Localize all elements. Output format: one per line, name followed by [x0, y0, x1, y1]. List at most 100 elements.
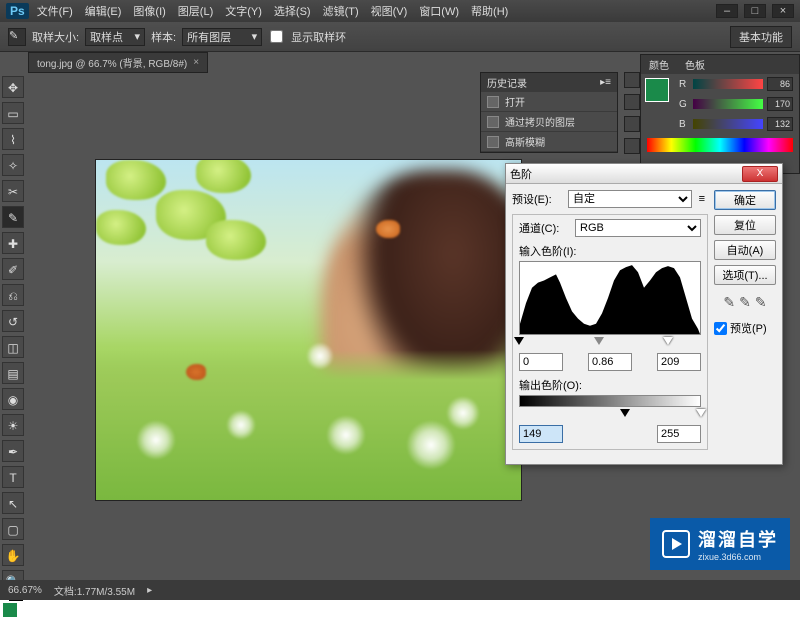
options-button[interactable]: 选项(T)...	[714, 265, 776, 285]
heal-tool[interactable]: ✚	[2, 232, 24, 254]
minimize-button[interactable]: –	[716, 4, 738, 18]
preset-select[interactable]: 自定	[568, 190, 692, 208]
auto-button[interactable]: 自动(A)	[714, 240, 776, 260]
eyedropper-icon[interactable]: ✎	[8, 28, 26, 46]
panel-icon[interactable]	[624, 94, 640, 110]
black-eyedropper-icon[interactable]: ✎	[723, 294, 735, 311]
blur-tool[interactable]: ◉	[2, 388, 24, 410]
history-step-icon	[487, 96, 499, 108]
white-point-handle[interactable]	[663, 337, 673, 345]
panel-swatch[interactable]	[645, 78, 669, 102]
out-white-handle[interactable]	[696, 409, 706, 417]
tab-color[interactable]: 颜色	[641, 55, 677, 74]
input-gamma-field[interactable]	[588, 353, 632, 371]
white-eyedropper-icon[interactable]: ✎	[755, 294, 767, 311]
lasso-tool[interactable]: ⌇	[2, 128, 24, 150]
input-white-field[interactable]	[657, 353, 701, 371]
brush-tool[interactable]: ✐	[2, 258, 24, 280]
preview-checkbox-row[interactable]: 预览(P)	[714, 320, 776, 336]
canvas[interactable]	[96, 160, 521, 500]
b-slider[interactable]	[693, 119, 763, 129]
fg-color[interactable]	[2, 602, 18, 618]
path-tool[interactable]: ↖	[2, 492, 24, 514]
menu-type[interactable]: 文字(Y)	[225, 3, 262, 19]
sample-size-select[interactable]: 取样点▾	[85, 28, 145, 46]
gamma-handle[interactable]	[594, 337, 604, 345]
gradient-tool[interactable]: ▤	[2, 362, 24, 384]
stamp-tool[interactable]: ⎌	[2, 284, 24, 306]
menu-filter[interactable]: 滤镜(T)	[323, 3, 359, 19]
menu-layer[interactable]: 图层(L)	[178, 3, 213, 19]
menu-select[interactable]: 选择(S)	[274, 3, 311, 19]
options-bar: ✎ 取样大小: 取样点▾ 样本: 所有图层▾ 显示取样环 基本功能	[0, 22, 800, 52]
levels-dialog: 色阶 X 预设(E): 自定 ≡ 通道(C): RGB 输入色阶(I):	[505, 163, 783, 465]
status-bar: 66.67% 文档:1.77M/3.55M ▸	[0, 580, 800, 600]
ok-button[interactable]: 确定	[714, 190, 776, 210]
close-button[interactable]: ×	[772, 4, 794, 18]
sample-size-label: 取样大小:	[32, 29, 79, 45]
workspace-switcher[interactable]: 基本功能	[730, 26, 792, 48]
dodge-tool[interactable]: ☀	[2, 414, 24, 436]
zoom-level[interactable]: 66.67%	[8, 585, 42, 596]
wand-tool[interactable]: ✧	[2, 154, 24, 176]
output-slider[interactable]	[519, 409, 701, 421]
pen-tool[interactable]: ✒	[2, 440, 24, 462]
watermark: 溜溜自学 zixue.3d66.com	[650, 518, 790, 570]
type-tool[interactable]: T	[2, 466, 24, 488]
sample-label: 样本:	[151, 29, 176, 45]
g-value[interactable]	[767, 97, 793, 111]
menu-image[interactable]: 图像(I)	[133, 3, 165, 19]
panel-icon[interactable]	[624, 72, 640, 88]
crop-tool[interactable]: ✂	[2, 180, 24, 202]
menu-edit[interactable]: 编辑(E)	[85, 3, 122, 19]
menu-view[interactable]: 视图(V)	[371, 3, 408, 19]
sample-layers-select[interactable]: 所有图层▾	[182, 28, 262, 46]
menu-file[interactable]: 文件(F)	[37, 3, 73, 19]
cancel-button[interactable]: 复位	[714, 215, 776, 235]
document-tab[interactable]: tong.jpg @ 66.7% (背景, RGB/8#) ×	[28, 52, 208, 73]
ps-logo: Ps	[6, 3, 29, 19]
main-menu: 文件(F) 编辑(E) 图像(I) 图层(L) 文字(Y) 选择(S) 滤镜(T…	[37, 3, 716, 19]
preset-menu-icon[interactable]: ≡	[696, 193, 708, 205]
show-ring-checkbox[interactable]	[270, 30, 283, 43]
gray-eyedropper-icon[interactable]: ✎	[739, 294, 751, 311]
panel-icon[interactable]	[624, 116, 640, 132]
eyedropper-tool[interactable]: ✎	[2, 206, 24, 228]
dialog-close-button[interactable]: X	[742, 166, 778, 182]
input-black-field[interactable]	[519, 353, 563, 371]
history-item[interactable]: 打开	[481, 92, 617, 112]
black-point-handle[interactable]	[514, 337, 524, 345]
hand-tool[interactable]: ✋	[2, 544, 24, 566]
history-brush-tool[interactable]: ↺	[2, 310, 24, 332]
menu-help[interactable]: 帮助(H)	[471, 3, 508, 19]
input-slider[interactable]	[519, 337, 701, 349]
maximize-button[interactable]: □	[744, 4, 766, 18]
close-tab-icon[interactable]: ×	[193, 57, 199, 68]
histogram	[519, 261, 701, 335]
preview-checkbox[interactable]	[714, 322, 727, 335]
output-white-field[interactable]	[657, 425, 701, 443]
tab-swatches[interactable]: 色板	[677, 55, 713, 74]
panel-menu-icon[interactable]: ▸≡	[600, 77, 611, 88]
history-item[interactable]: 高斯模糊	[481, 132, 617, 152]
channel-select[interactable]: RGB	[575, 219, 701, 237]
output-black-field[interactable]	[519, 425, 563, 443]
b-value[interactable]	[767, 117, 793, 131]
g-slider[interactable]	[693, 99, 763, 109]
play-icon	[662, 530, 690, 558]
status-arrow-icon[interactable]: ▸	[147, 585, 152, 596]
marquee-tool[interactable]: ▭	[2, 102, 24, 124]
history-item[interactable]: 通过拷贝的图层	[481, 112, 617, 132]
out-black-handle[interactable]	[620, 409, 630, 417]
eraser-tool[interactable]: ◫	[2, 336, 24, 358]
move-tool[interactable]: ✥	[2, 76, 24, 98]
panel-icon[interactable]	[624, 138, 640, 154]
shape-tool[interactable]: ▢	[2, 518, 24, 540]
history-panel: 历史记录 ▸≡ 打开 通过拷贝的图层 高斯模糊	[480, 72, 618, 153]
r-slider[interactable]	[693, 79, 763, 89]
dialog-title: 色阶	[510, 166, 742, 182]
r-value[interactable]	[767, 77, 793, 91]
menu-window[interactable]: 窗口(W)	[419, 3, 459, 19]
history-step-icon	[487, 116, 499, 128]
hue-strip[interactable]	[647, 138, 793, 152]
